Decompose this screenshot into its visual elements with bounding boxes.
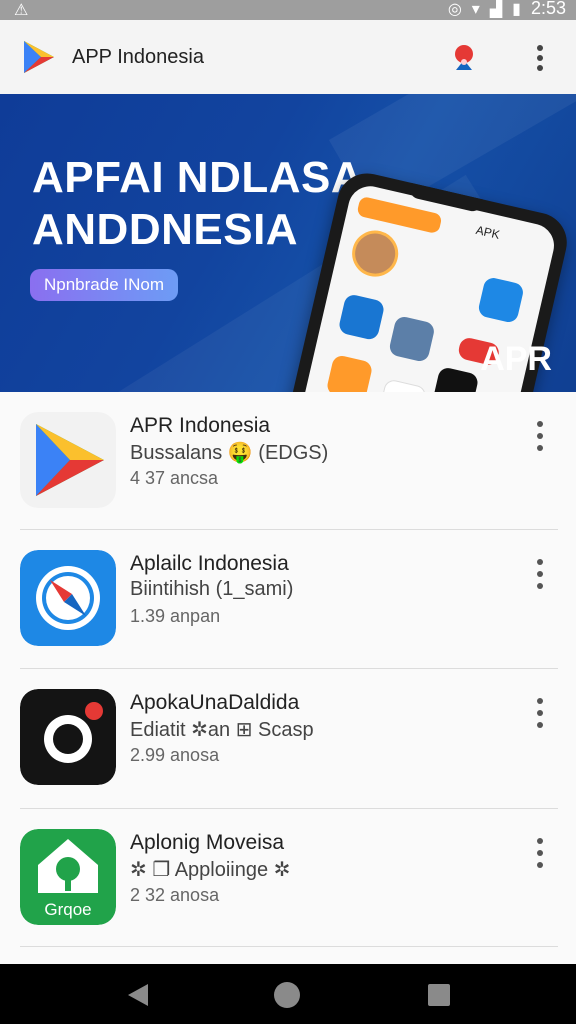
banner-headline: APFAI NDLASA ANDDNESIA [32, 153, 364, 254]
app-title: APP Indonesia [72, 46, 204, 68]
more-options-icon[interactable] [528, 416, 552, 456]
overflow-menu-icon[interactable] [528, 42, 552, 74]
icon-text: Grqoe [44, 900, 91, 919]
app-subtitle: ✲ ❐ Apploiinge ✲ [130, 859, 291, 881]
banner-pill-button[interactable]: Npnbrade INom [30, 269, 179, 301]
app-name: APR Indonesia [130, 414, 271, 437]
app-size: 2 32 anosa [130, 885, 220, 905]
back-icon[interactable] [124, 980, 154, 1010]
list-item[interactable]: Grqoe Aplonig Moveisa ✲ ❐ Apploiinge ✲ 2… [0, 809, 576, 947]
status-bar: ⚠ ◎ ▾ ▟ ▮ 2:53 [0, 0, 576, 20]
app-name: Aplailc Indonesia [130, 552, 289, 575]
status-time: 2:53 [530, 0, 566, 18]
app-name: ApokaUnaDaldida [130, 691, 300, 714]
tree-house-icon: Grqoe [20, 829, 116, 925]
app-size: 2.99 anosa [130, 745, 220, 765]
play-store-icon [20, 412, 116, 508]
camera-lens-icon [20, 689, 116, 785]
battery-icon: ▮ [512, 0, 521, 18]
face-icon [387, 315, 436, 364]
compass-icon [20, 550, 116, 646]
warning-icon: ⚠ [14, 2, 29, 19]
gear-icon [476, 276, 525, 325]
app-name: Aplonig Moveisa [130, 831, 285, 854]
phone-label: APK [474, 222, 502, 242]
app-bar: APP Indonesia [0, 20, 576, 95]
play-icon [325, 354, 374, 392]
recents-icon[interactable] [424, 980, 454, 1010]
user-badge-icon[interactable] [448, 40, 480, 78]
promo-banner[interactable]: APFAI NDLASA ANDDNESIA Npnbrade INom APK… [0, 94, 576, 392]
music-icon [431, 366, 480, 392]
more-options-icon[interactable] [528, 554, 552, 594]
system-nav-bar [0, 964, 576, 1024]
avatar [347, 225, 403, 282]
list-item[interactable]: Aplailc Indonesia Biintihish (1_sami) 1.… [0, 530, 576, 668]
app-subtitle: Biintihish (1_sami) [130, 578, 294, 600]
banner-corner-label: APR [480, 340, 552, 378]
app-subtitle: Ediatit ✲an ⊞ Scasp [130, 719, 314, 741]
app-size: 1.39 anpan [130, 606, 221, 626]
play-store-logo-icon [24, 41, 54, 73]
app-subtitle: Bussalans 🤑 (EDGS) [130, 442, 329, 464]
signal-icon: ▟ [489, 0, 503, 18]
home-icon[interactable] [272, 980, 302, 1010]
list-item[interactable]: ApokaUnaDaldida Ediatit ✲an ⊞ Scasp 2.99… [0, 669, 576, 807]
list-item[interactable]: APR Indonesia Bussalans 🤑 (EDGS) 4 37 an… [0, 392, 576, 530]
wifi-icon: ▾ [471, 0, 480, 18]
app-list: APR Indonesia Bussalans 🤑 (EDGS) 4 37 an… [0, 392, 576, 964]
qr-code-icon [376, 378, 428, 392]
bird-icon [337, 293, 386, 342]
more-options-icon[interactable] [528, 693, 552, 733]
app-size: 4 37 ancsa [130, 468, 219, 488]
alarm-icon: ◎ [447, 0, 462, 18]
more-options-icon[interactable] [528, 833, 552, 873]
divider [20, 946, 558, 947]
